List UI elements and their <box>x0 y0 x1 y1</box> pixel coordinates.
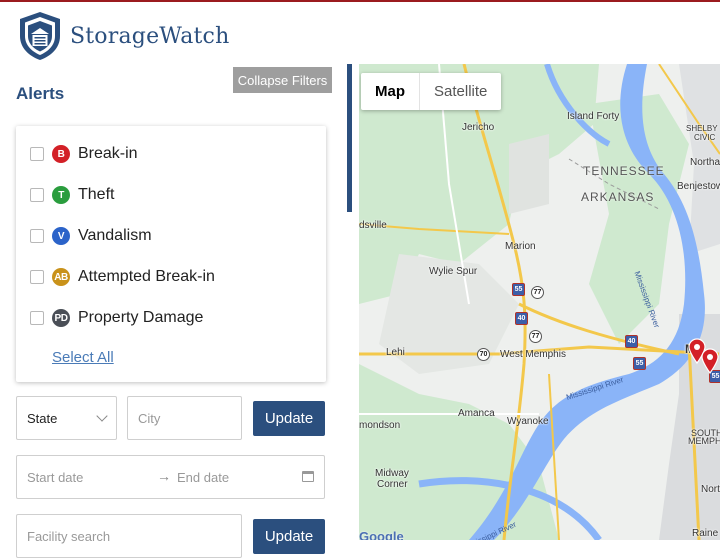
interstate-shield-icon: 40 <box>625 335 638 348</box>
attempted-break-in-badge-icon: AB <box>52 268 70 286</box>
state-label-arkansas: ARKANSAS <box>581 190 655 204</box>
alert-label: Break-in <box>78 145 138 162</box>
alert-row-break-in[interactable]: B Break-in <box>30 141 138 167</box>
chevron-down-icon <box>96 410 108 422</box>
vandalism-badge-icon: V <box>52 227 70 245</box>
filters-panel: Alerts Collapse Filters B Break-in T The… <box>0 64 345 558</box>
attempted-break-in-checkbox[interactable] <box>30 270 44 284</box>
brand-name: StorageWatch <box>70 24 230 49</box>
place-label: Jericho <box>462 122 495 133</box>
place-label: mondson <box>359 420 401 431</box>
alert-label: Attempted Break-in <box>78 268 215 285</box>
us-route-shield-icon: 70 <box>477 348 490 361</box>
place-label: SHELBY <box>686 124 718 133</box>
alert-marker-icon[interactable] <box>701 348 719 374</box>
app-header: StorageWatch <box>0 2 720 64</box>
select-all-link[interactable]: Select All <box>52 349 114 366</box>
calendar-icon <box>302 471 314 482</box>
place-label: Raine <box>692 528 719 539</box>
place-label: Marion <box>505 241 536 252</box>
place-label: Lehi <box>386 347 405 358</box>
alert-label: Vandalism <box>78 227 152 244</box>
place-label: West Memphis <box>500 349 566 360</box>
alert-row-attempted-break-in[interactable]: AB Attempted Break-in <box>30 264 215 290</box>
state-select[interactable]: State <box>16 396 117 440</box>
place-label: Benjestow <box>677 181 720 192</box>
place-label: Wylie Spur <box>429 266 478 277</box>
facility-search-input[interactable]: Facility search <box>16 514 242 558</box>
place-label: Midway <box>375 468 409 479</box>
place-label: Wyanoke <box>507 416 549 427</box>
interstate-shield-icon: 40 <box>515 312 528 325</box>
place-label: MEMPHI <box>688 436 720 446</box>
alert-row-property-damage[interactable]: PD Property Damage <box>30 305 203 331</box>
theft-checkbox[interactable] <box>30 188 44 202</box>
map-base-layer <box>359 64 720 540</box>
vandalism-checkbox[interactable] <box>30 229 44 243</box>
collapse-filters-button[interactable]: Collapse Filters <box>233 67 332 93</box>
city-input[interactable]: City <box>127 396 242 440</box>
google-logo: Google <box>359 529 404 540</box>
us-route-shield-icon: 77 <box>529 330 542 343</box>
theft-badge-icon: T <box>52 186 70 204</box>
alert-label: Property Damage <box>78 309 204 326</box>
us-route-shield-icon: 77 <box>531 286 544 299</box>
start-date-placeholder: Start date <box>27 470 84 485</box>
update-location-button[interactable]: Update <box>253 401 325 436</box>
place-label: CIVIC <box>694 133 716 142</box>
place-label: Northa <box>690 157 720 168</box>
shield-logo-icon <box>20 12 60 60</box>
property-damage-badge-icon: PD <box>52 309 70 327</box>
map-type-toggle: Map Satellite <box>361 73 502 110</box>
place-label: Corner <box>377 479 408 490</box>
alert-label: Theft <box>78 186 115 203</box>
interstate-shield-icon: 55 <box>512 283 525 296</box>
filters-scrollbar[interactable] <box>347 64 352 212</box>
place-label: North <box>701 484 720 495</box>
tab-map[interactable]: Map <box>361 73 419 110</box>
place-label: dsville <box>359 220 387 231</box>
alert-types-card: B Break-in T Theft V Vandalism AB Attemp… <box>16 126 326 382</box>
place-label: Amanca <box>458 408 495 419</box>
map-view[interactable]: Map Satellite Jericho Island Forty SHELB… <box>359 64 720 540</box>
state-label-tennessee: TENNESSEE <box>583 164 665 178</box>
arrow-right-icon: → <box>157 468 171 484</box>
facility-search-placeholder: Facility search <box>27 528 111 544</box>
alert-row-theft[interactable]: T Theft <box>30 182 114 208</box>
state-select-value: State <box>27 410 58 426</box>
break-in-badge-icon: B <box>52 145 70 163</box>
date-range-picker[interactable]: Start date → End date <box>16 455 325 499</box>
break-in-checkbox[interactable] <box>30 147 44 161</box>
interstate-shield-icon: 55 <box>633 357 646 370</box>
alert-row-vandalism[interactable]: V Vandalism <box>30 223 152 249</box>
place-label: Island Forty <box>567 111 620 122</box>
property-damage-checkbox[interactable] <box>30 311 44 325</box>
tab-satellite[interactable]: Satellite <box>419 73 501 110</box>
end-date-placeholder: End date <box>177 470 230 485</box>
alerts-heading: Alerts <box>16 84 65 103</box>
city-placeholder: City <box>138 410 161 426</box>
update-facility-button[interactable]: Update <box>253 519 325 554</box>
